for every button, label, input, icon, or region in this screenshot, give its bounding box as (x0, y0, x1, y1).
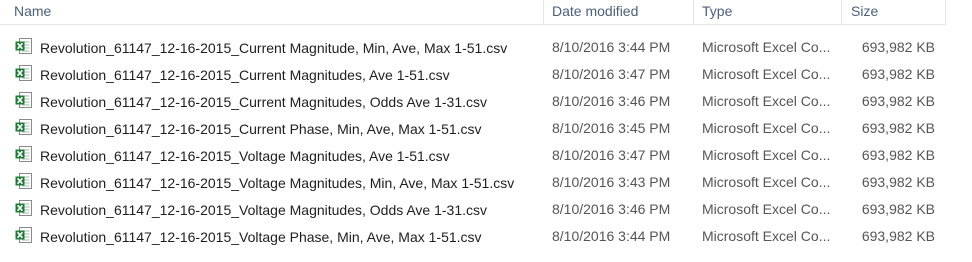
excel-csv-file-icon (15, 226, 33, 244)
file-name-cell[interactable]: Revolution_61147_12-16-2015_Voltage Magn… (15, 169, 542, 196)
file-row[interactable]: Revolution_61147_12-16-2015_Current Magn… (0, 34, 946, 61)
file-name: Revolution_61147_12-16-2015_Current Phas… (40, 120, 482, 137)
file-row[interactable]: Revolution_61147_12-16-2015_Voltage Phas… (0, 223, 946, 250)
file-name-cell[interactable]: Revolution_61147_12-16-2015_Voltage Magn… (15, 196, 542, 223)
file-size: 693,982 KB (861, 174, 935, 190)
file-date-modified: 8/10/2016 3:46 PM (552, 93, 671, 109)
file-name: Revolution_61147_12-16-2015_Voltage Magn… (40, 147, 450, 164)
column-header-name[interactable]: Name (0, 0, 544, 24)
excel-csv-file-icon (15, 199, 33, 217)
file-type: Microsoft Excel Co... (702, 228, 831, 244)
excel-csv-file-icon (15, 91, 33, 109)
file-type: Microsoft Excel Co... (702, 93, 831, 109)
file-size: 693,982 KB (861, 93, 935, 109)
file-date-modified: 8/10/2016 3:47 PM (552, 66, 671, 82)
file-row[interactable]: Revolution_61147_12-16-2015_Current Phas… (0, 115, 946, 142)
column-header-date-modified[interactable]: Date modified (544, 0, 694, 24)
file-date-modified: 8/10/2016 3:47 PM (552, 147, 671, 163)
file-name-cell[interactable]: Revolution_61147_12-16-2015_Current Magn… (15, 61, 542, 88)
file-list-view: Name Date modified Type Size Revolution_… (0, 0, 972, 262)
excel-csv-file-icon (15, 145, 33, 163)
file-size: 693,982 KB (861, 39, 935, 55)
file-name: Revolution_61147_12-16-2015_Voltage Magn… (40, 174, 515, 191)
file-size: 693,982 KB (861, 201, 935, 217)
excel-csv-file-icon (15, 118, 33, 136)
file-size: 693,982 KB (861, 147, 935, 163)
file-type: Microsoft Excel Co... (702, 39, 831, 55)
column-header-size[interactable]: Size (842, 0, 946, 24)
file-size: 693,982 KB (861, 228, 935, 244)
file-type: Microsoft Excel Co... (702, 66, 831, 82)
file-date-modified: 8/10/2016 3:43 PM (552, 174, 671, 190)
file-type: Microsoft Excel Co... (702, 201, 831, 217)
file-type: Microsoft Excel Co... (702, 174, 831, 190)
excel-csv-file-icon (15, 64, 33, 82)
file-row[interactable]: Revolution_61147_12-16-2015_Voltage Magn… (0, 142, 946, 169)
file-size: 693,982 KB (861, 66, 935, 82)
file-row[interactable]: Revolution_61147_12-16-2015_Voltage Magn… (0, 196, 946, 223)
file-row[interactable]: Revolution_61147_12-16-2015_Voltage Magn… (0, 169, 946, 196)
file-name: Revolution_61147_12-16-2015_Current Magn… (40, 93, 487, 110)
excel-csv-file-icon (15, 172, 33, 190)
file-row[interactable]: Revolution_61147_12-16-2015_Current Magn… (0, 88, 946, 115)
file-name: Revolution_61147_12-16-2015_Voltage Phas… (40, 228, 482, 245)
file-name: Revolution_61147_12-16-2015_Voltage Magn… (40, 201, 488, 218)
file-size: 693,982 KB (861, 120, 935, 136)
column-header-type[interactable]: Type (694, 0, 842, 24)
file-type: Microsoft Excel Co... (702, 147, 831, 163)
file-date-modified: 8/10/2016 3:46 PM (552, 201, 671, 217)
file-date-modified: 8/10/2016 3:44 PM (552, 228, 671, 244)
file-name-cell[interactable]: Revolution_61147_12-16-2015_Voltage Phas… (15, 223, 542, 250)
file-name-cell[interactable]: Revolution_61147_12-16-2015_Current Magn… (15, 34, 542, 61)
file-date-modified: 8/10/2016 3:44 PM (552, 39, 671, 55)
file-name-cell[interactable]: Revolution_61147_12-16-2015_Voltage Magn… (15, 142, 542, 169)
file-type: Microsoft Excel Co... (702, 120, 831, 136)
file-row[interactable]: Revolution_61147_12-16-2015_Current Magn… (0, 61, 946, 88)
file-name: Revolution_61147_12-16-2015_Current Magn… (40, 66, 450, 83)
file-name-cell[interactable]: Revolution_61147_12-16-2015_Current Magn… (15, 88, 542, 115)
file-rows: Revolution_61147_12-16-2015_Current Magn… (0, 34, 946, 250)
file-name: Revolution_61147_12-16-2015_Current Magn… (40, 39, 508, 56)
column-header-bar: Name Date modified Type Size (0, 0, 946, 25)
file-date-modified: 8/10/2016 3:45 PM (552, 120, 671, 136)
excel-csv-file-icon (15, 37, 33, 55)
file-name-cell[interactable]: Revolution_61147_12-16-2015_Current Phas… (15, 115, 542, 142)
